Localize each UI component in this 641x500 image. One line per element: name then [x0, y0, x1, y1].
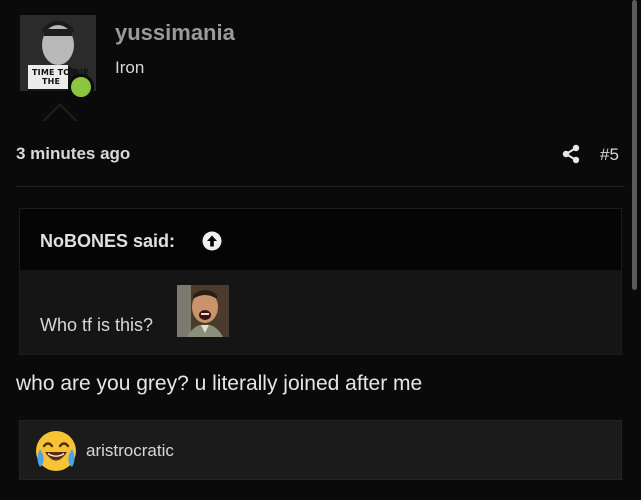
screaming-face-image — [177, 285, 229, 337]
arrow-up-circle-icon[interactable] — [202, 231, 222, 251]
post-timestamp[interactable]: 3 minutes ago — [16, 144, 130, 164]
reaction-users-link[interactable]: aristrocratic — [86, 441, 174, 461]
avatar-pointer-inner — [44, 106, 76, 122]
laughing-crying-emoji-icon — [36, 431, 76, 471]
quote-reaction-image[interactable] — [177, 285, 229, 337]
quote-text: Who tf is this? — [40, 315, 154, 335]
user-title: Iron — [115, 58, 145, 77]
share-icon[interactable] — [561, 144, 581, 164]
quote-author[interactable]: NoBONES said: — [40, 231, 175, 252]
post-divider — [16, 186, 625, 187]
page-scrollbar[interactable] — [632, 0, 637, 290]
post-container: TIME TO DIE THE yussimania Iron 3 minute… — [0, 0, 641, 500]
username-link[interactable]: yussimania — [115, 20, 235, 46]
quote-header[interactable]: NoBONES said: — [20, 209, 621, 270]
reactions-bar[interactable]: aristrocratic — [19, 420, 622, 480]
quote-block: NoBONES said: Who tf is this? — [19, 208, 622, 355]
post-message: who are you grey? u literally joined aft… — [16, 372, 423, 395]
post-number-link[interactable]: #5 — [600, 145, 619, 165]
online-status-indicator — [68, 74, 94, 100]
